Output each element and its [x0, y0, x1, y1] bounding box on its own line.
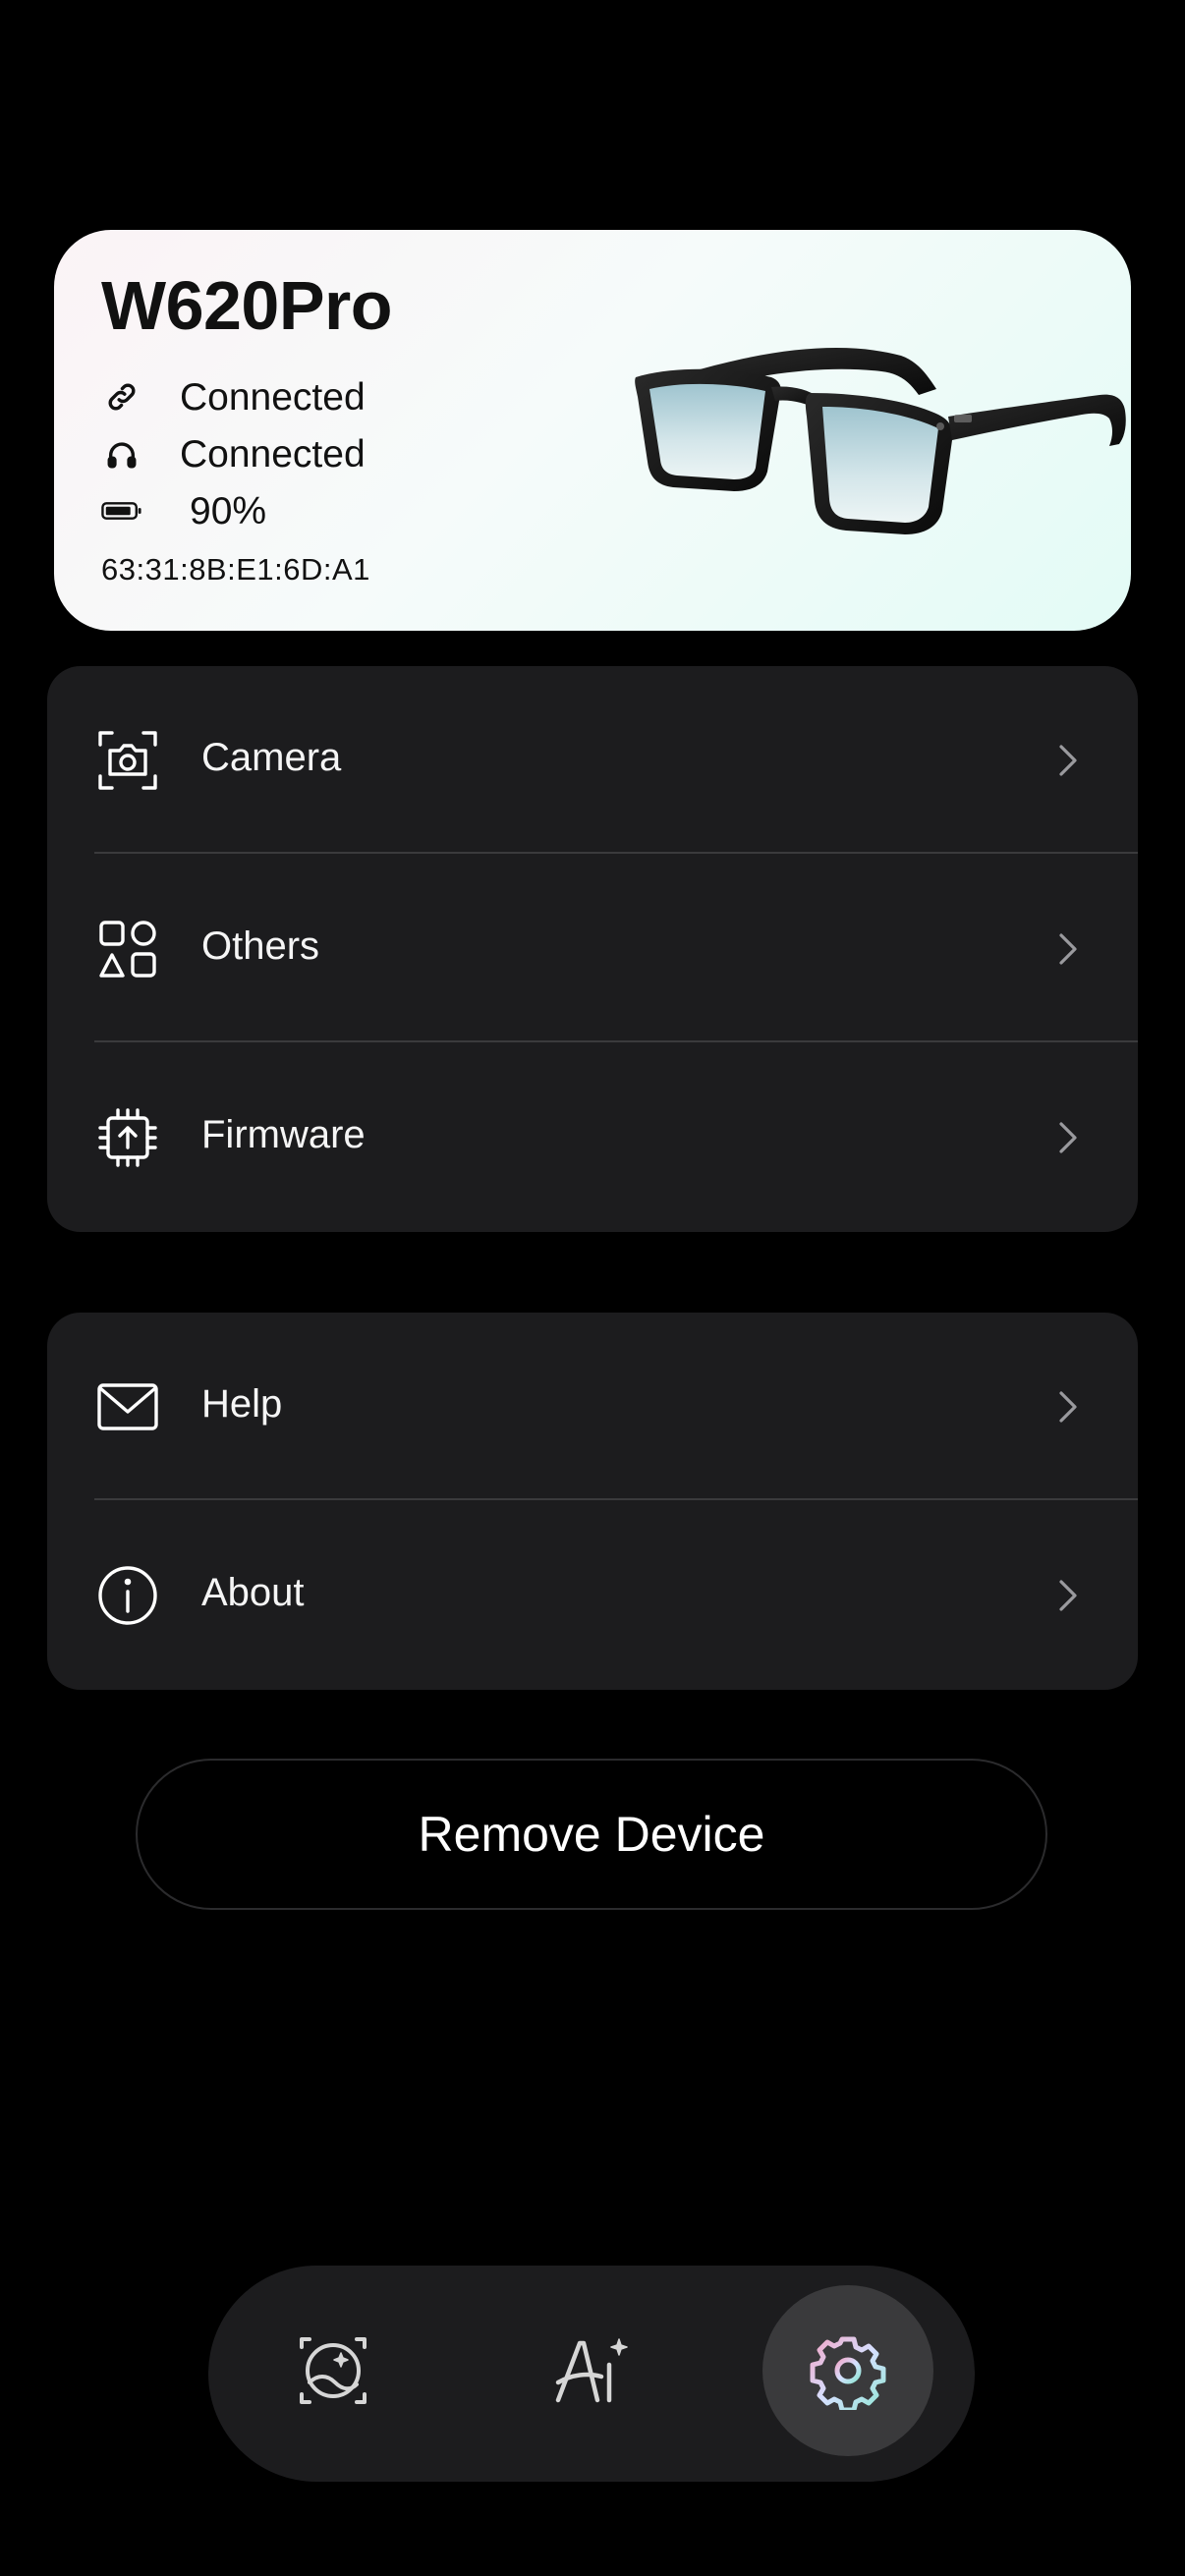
- chevron-right-icon: [1059, 1122, 1077, 1153]
- tab-ai[interactable]: [506, 2285, 677, 2456]
- settings-gear-icon: [810, 2336, 886, 2410]
- chevron-right-icon: [1059, 745, 1077, 776]
- menu-item-others[interactable]: Others: [47, 855, 1138, 1041]
- menu-item-about[interactable]: About: [47, 1501, 1138, 1688]
- tab-settings[interactable]: [762, 2285, 933, 2456]
- link-status-row: Connected: [101, 372, 366, 421]
- audio-status-row: Connected: [101, 429, 366, 478]
- menu-item-camera[interactable]: Camera: [47, 666, 1138, 853]
- device-name: W620Pro: [101, 267, 393, 344]
- menu-item-firmware[interactable]: Firmware: [47, 1043, 1138, 1230]
- audio-status-text: Connected: [180, 432, 366, 476]
- menu-item-label: Help: [201, 1382, 283, 1426]
- menu-item-label: Camera: [201, 736, 342, 779]
- bottom-tab-bar: [208, 2266, 975, 2482]
- support-group: Help About: [47, 1313, 1138, 1690]
- ai-icon: [555, 2338, 628, 2403]
- menu-item-label: About: [201, 1571, 305, 1614]
- device-settings-group: Camera Others Firmware: [47, 666, 1138, 1232]
- remove-device-button[interactable]: Remove Device: [136, 1759, 1047, 1910]
- link-icon: [101, 376, 142, 418]
- menu-item-help[interactable]: Help: [47, 1313, 1138, 1499]
- gallery-icon: [300, 2337, 367, 2404]
- grid-shapes-icon: [99, 921, 156, 978]
- link-status-text: Connected: [180, 375, 366, 419]
- divider: [94, 1498, 1138, 1500]
- device-card: W620Pro Connected Connected 90% 63:31:8B…: [54, 230, 1131, 631]
- mail-icon: [97, 1383, 158, 1430]
- firmware-chip-icon: [98, 1108, 157, 1167]
- smart-glasses-image: [635, 348, 1126, 534]
- divider: [94, 852, 1138, 854]
- chevron-right-icon: [1059, 933, 1077, 965]
- menu-item-label: Others: [201, 924, 320, 968]
- tab-gallery[interactable]: [248, 2285, 419, 2456]
- headphones-icon: [101, 433, 142, 475]
- chevron-right-icon: [1059, 1580, 1077, 1611]
- divider: [94, 1040, 1138, 1042]
- battery-percent-text: 90%: [190, 489, 267, 532]
- battery-icon: [101, 490, 142, 532]
- chevron-right-icon: [1059, 1391, 1077, 1423]
- menu-item-label: Firmware: [201, 1113, 366, 1156]
- info-icon: [98, 1566, 157, 1625]
- battery-status-row: 90%: [101, 486, 266, 535]
- camera-icon: [98, 731, 157, 790]
- mac-address: 63:31:8B:E1:6D:A1: [101, 552, 370, 587]
